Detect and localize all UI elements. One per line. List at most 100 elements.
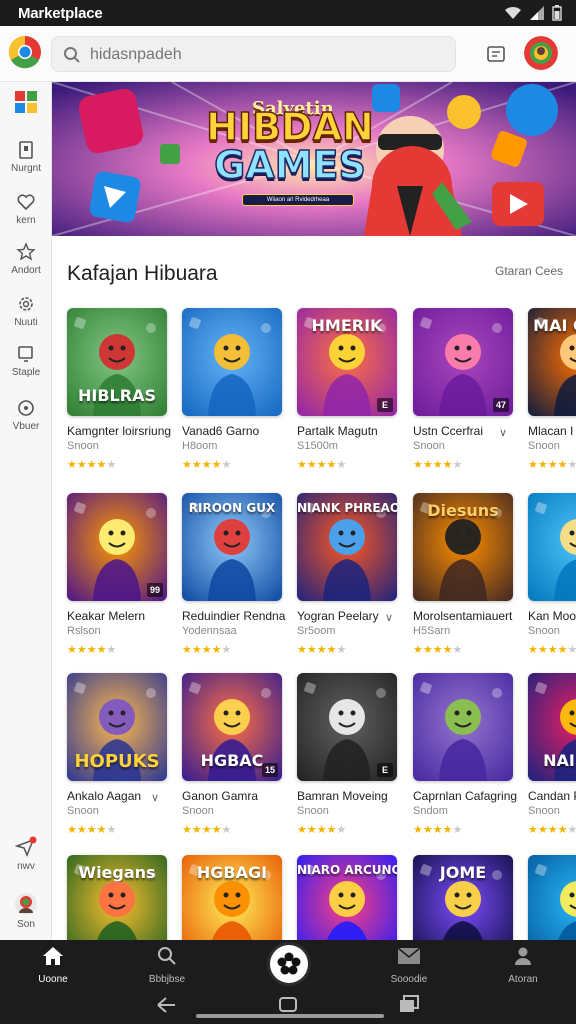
- star-rating: ★★★★★: [67, 643, 116, 656]
- rail-item-1[interactable]: kern: [0, 192, 52, 240]
- game-thumbnail[interactable]: E: [297, 673, 397, 781]
- messages-button[interactable]: [480, 40, 512, 70]
- see-all-link[interactable]: Gtaran Cees: [495, 264, 563, 278]
- rail-item-6[interactable]: nwv: [0, 836, 52, 884]
- rail-item-2[interactable]: Andort: [0, 242, 52, 290]
- browser-logo-icon[interactable]: [8, 35, 42, 69]
- game-thumbnail[interactable]: [528, 493, 576, 601]
- star-icon: ★: [221, 644, 232, 656]
- rail-label: nwv: [17, 861, 35, 872]
- thumbnail-title: JOME: [439, 863, 487, 882]
- game-thumbnail[interactable]: HOPUKS: [67, 673, 167, 781]
- game-thumbnail[interactable]: RIROON GUX: [182, 493, 282, 601]
- top-bar: [0, 26, 576, 82]
- nav-profile[interactable]: Atoran: [488, 946, 558, 985]
- game-card[interactable]: MAI CHARMlacan ISnoon★★★★★: [528, 308, 576, 478]
- star-icon: ★: [297, 644, 307, 656]
- star-rating: ★★★★★: [67, 823, 116, 836]
- rail-label: Nuuti: [14, 317, 38, 328]
- center-action-button[interactable]: [270, 945, 308, 983]
- game-thumbnail[interactable]: HIBLRAS: [67, 308, 167, 416]
- game-card[interactable]: Kan Moo Snoon ★★★★★: [528, 493, 576, 663]
- chevron-down-icon[interactable]: ∨: [151, 791, 159, 804]
- star-icon: ★: [432, 644, 443, 656]
- game-thumbnail[interactable]: [182, 308, 282, 416]
- chevron-down-icon[interactable]: ∨: [385, 611, 393, 624]
- game-card[interactable]: HMERIK E Partalk Magutn S1500m ★★★★★: [297, 308, 403, 478]
- game-card[interactable]: NAI GINCandan PSnoon★★★★★: [528, 673, 576, 843]
- nav-mail[interactable]: Sooodie: [374, 946, 444, 985]
- back-icon[interactable]: [156, 996, 176, 1014]
- rail-item-3[interactable]: Nuuti: [0, 294, 52, 342]
- heart-icon: [17, 194, 35, 211]
- game-name: Kamgnter loirsriung: [67, 424, 172, 438]
- gesture-handle[interactable]: [196, 1014, 384, 1018]
- nav-search[interactable]: Bbbjbse: [132, 946, 202, 985]
- star-icon: ★: [422, 824, 433, 836]
- game-thumbnail[interactable]: HMERIK E: [297, 308, 397, 416]
- game-card[interactable]: 47 Ustn Ccerfrai Snoon ★★★★★ ∨: [413, 308, 519, 478]
- game-card[interactable]: HOPUKS Ankalo Aagan Snoon ★★★★★ ∨: [67, 673, 173, 843]
- game-thumbnail[interactable]: 99: [67, 493, 167, 601]
- search-input[interactable]: [90, 43, 440, 67]
- game-thumbnail[interactable]: HGBAC 15: [182, 673, 282, 781]
- game-thumbnail[interactable]: Diesuns: [413, 493, 513, 601]
- game-card[interactable]: RIROON GUX Reduindier Rendna Yodennsaa ★★★★…: [182, 493, 288, 663]
- rail-item-7[interactable]: Son: [0, 892, 52, 940]
- star-icon: ★: [201, 459, 212, 471]
- promo-banner[interactable]: Salvetin HIBDAN GAMES Wiiaon arl Rvidedr…: [52, 82, 576, 236]
- game-subtitle: Snoon: [528, 625, 560, 637]
- star-icon: ★: [413, 644, 423, 656]
- profile-avatar[interactable]: [524, 36, 558, 70]
- game-thumbnail[interactable]: [413, 673, 513, 781]
- home-square-icon[interactable]: [278, 996, 298, 1014]
- thumbnail-title: HOPUKS: [74, 751, 160, 772]
- game-card[interactable]: E Bamran Moveing Snoon ★★★★★: [297, 673, 403, 843]
- home-icon: [43, 947, 63, 965]
- game-thumbnail[interactable]: NAI GIN: [528, 673, 576, 781]
- star-icon: ★: [211, 644, 222, 656]
- game-card[interactable]: 99 Keakar Melern Rslson ★★★★★: [67, 493, 173, 663]
- search-icon: [158, 947, 176, 965]
- game-thumbnail[interactable]: MAI CHAR: [528, 308, 576, 416]
- star-icon: ★: [326, 824, 337, 836]
- star-icon: ★: [316, 644, 327, 656]
- thumbnail-title: HIBLRAS: [78, 386, 156, 405]
- rail-apps-button[interactable]: [0, 90, 52, 124]
- star-icon: ★: [306, 824, 317, 836]
- star-icon: ★: [432, 459, 443, 471]
- game-card[interactable]: Diesuns Morolsentamiauert H5Sarn ★★★★★: [413, 493, 519, 663]
- game-card[interactable]: HGBAC 15 Ganon Gamra Snoon ★★★★★: [182, 673, 288, 843]
- rail-item-4[interactable]: Staple: [0, 344, 52, 392]
- star-icon: ★: [182, 644, 192, 656]
- star-icon: ★: [537, 644, 548, 656]
- section-title: Kafajan Hibuara: [67, 262, 218, 285]
- thumbnail-title: MAI CHAR: [533, 316, 576, 335]
- game-card[interactable]: NIANK PHREAOTYogran PeelarySr5oom★★★★★∨: [297, 493, 403, 663]
- bookmark-icon: [19, 141, 33, 159]
- game-thumbnail[interactable]: NIANK PHREAOT: [297, 493, 397, 601]
- star-icon: ★: [442, 459, 453, 471]
- banner-tagline: Wiiaon arl Rvidedrheaa: [242, 194, 354, 206]
- star-icon: ★: [336, 459, 347, 471]
- rail-item-0[interactable]: Nurgnt: [0, 140, 52, 188]
- search-bar[interactable]: [51, 36, 456, 72]
- app-root: Marketplace hidasnpadeh Nurgnt kern Ando…: [0, 0, 576, 1024]
- game-card[interactable]: Vanad6 Garno H8oom ★★★★★: [182, 308, 288, 478]
- star-icon: ★: [96, 824, 107, 836]
- recents-icon[interactable]: [398, 994, 420, 1014]
- game-card[interactable]: Caprnlan Cafagring Sndom ★★★★★: [413, 673, 519, 843]
- status-bar: Marketplace: [0, 0, 576, 26]
- star-icon: ★: [452, 644, 463, 656]
- battery-icon: [552, 5, 562, 21]
- game-thumbnail[interactable]: 47: [413, 308, 513, 416]
- star-icon: ★: [106, 459, 117, 471]
- rail-item-5[interactable]: Vbuer: [0, 398, 52, 446]
- star-icon: ★: [306, 459, 317, 471]
- game-card[interactable]: HIBLRAS Kamgnter loirsriung Snoon ★★★★★: [67, 308, 173, 478]
- chevron-down-icon[interactable]: ∨: [499, 426, 507, 439]
- game-name: Vanad6 Garno: [182, 424, 260, 438]
- thumbnail-title: NIARO ARCUNOS: [297, 863, 397, 877]
- star-rating: ★★★★★: [528, 643, 576, 656]
- nav-home[interactable]: Uoone: [18, 946, 88, 985]
